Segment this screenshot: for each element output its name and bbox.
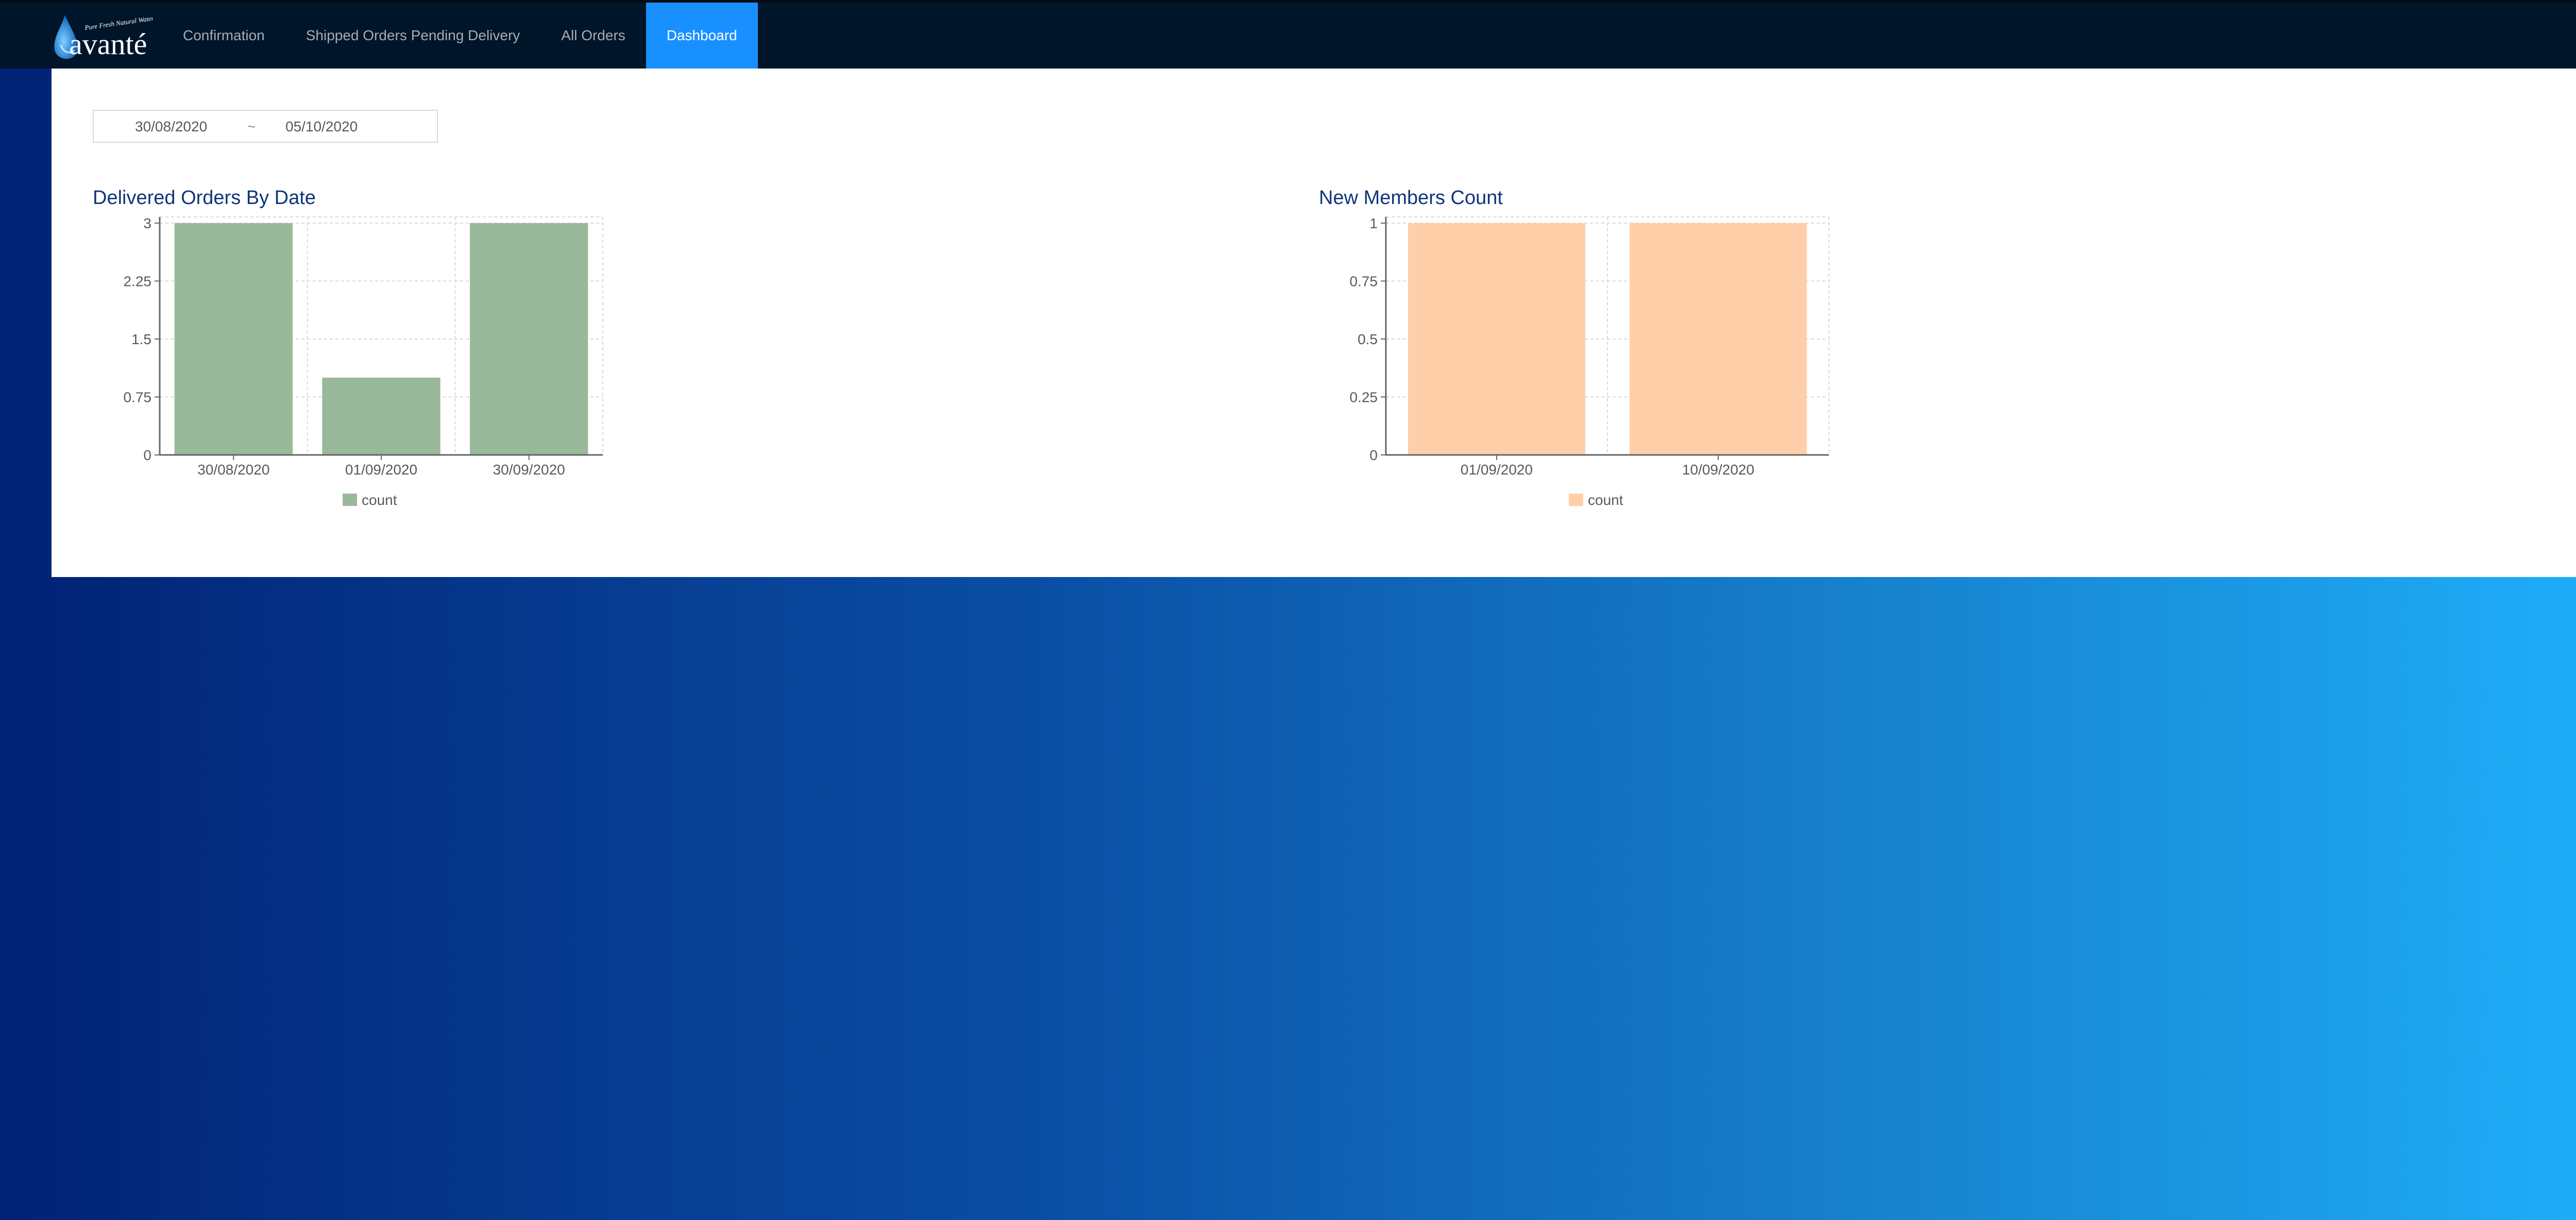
y-tick-label: 0 [143,447,151,463]
legend-swatch [343,494,357,506]
delivered-orders-chart-svg: 0 0.75 1.5 2.25 3 30/08/2020 01/09/2020 30/09/2… [124,215,603,508]
main-nav-menu: Confirmation Shipped Orders Pending Deliv… [162,3,758,69]
y-tick-label: 2.25 [124,274,152,290]
legend-swatch [1569,494,1583,506]
bar-01-09-2020 [322,378,440,455]
logo-brand-text: avanté [69,27,147,61]
avante-logo[interactable]: Pure Fresh Natural Water avanté [49,9,152,65]
delivered-orders-chart-title: Delivered Orders By Date [93,187,316,209]
bar-30-08-2020 [174,223,293,455]
y-tick-label: 0.25 [1350,389,1378,405]
nav-item-dashboard[interactable]: Dashboard [646,3,758,69]
new-members-chart-title: New Members Count [1319,187,1503,209]
y-tick-label: 0.5 [1358,331,1378,347]
nav-item-shipped-orders-pending-delivery[interactable]: Shipped Orders Pending Delivery [285,3,541,69]
date-range-end[interactable]: 05/10/2020 [285,118,358,135]
x-tick-label: 01/09/2020 [345,462,417,478]
legend-label: count [362,492,397,508]
date-range-start[interactable]: 30/08/2020 [135,118,207,135]
y-tick-label: 3 [143,215,151,231]
date-range-separator: ~ [247,118,256,134]
y-tick-label: 0 [1369,447,1378,463]
new-members-chart-svg: 0 0.25 0.5 0.75 1 01/09/2020 10/09/2020 count [1350,215,1829,508]
bar-30-09-2020 [470,223,588,455]
new-members-chart: 0 0.25 0.5 0.75 1 01/09/2020 10/09/2020 count N… [1319,187,1886,558]
x-tick-label: 30/09/2020 [493,462,565,478]
legend-label: count [1588,492,1623,508]
nav-item-all-orders[interactable]: All Orders [540,3,646,69]
delivered-orders-chart: 0 0.75 1.5 2.25 3 30/08/2020 01/09/2020 30/09/2… [93,187,659,558]
bar-01-09-2020 [1408,223,1585,455]
date-range-picker[interactable]: 30/08/2020 ~ 05/10/2020 [93,110,438,143]
logo-lettering: Pure Fresh Natural Water avanté [69,14,152,61]
dashboard-panel: 30/08/2020 ~ 05/10/2020 0 0.75 1.5 2.25 3 30/… [52,69,2576,577]
x-tick-label: 30/08/2020 [197,462,269,478]
y-tick-label: 0.75 [124,389,152,405]
y-tick-label: 0.75 [1350,274,1378,290]
x-tick-label: 01/09/2020 [1461,462,1533,478]
nav-item-confirmation[interactable]: Confirmation [162,3,285,69]
x-tick-label: 10/09/2020 [1682,462,1754,478]
y-tick-label: 1.5 [131,331,151,347]
top-navigation-bar: Pure Fresh Natural Water avanté Confirma… [0,0,2576,69]
y-tick-label: 1 [1369,215,1378,231]
bar-10-09-2020 [1630,223,1807,455]
